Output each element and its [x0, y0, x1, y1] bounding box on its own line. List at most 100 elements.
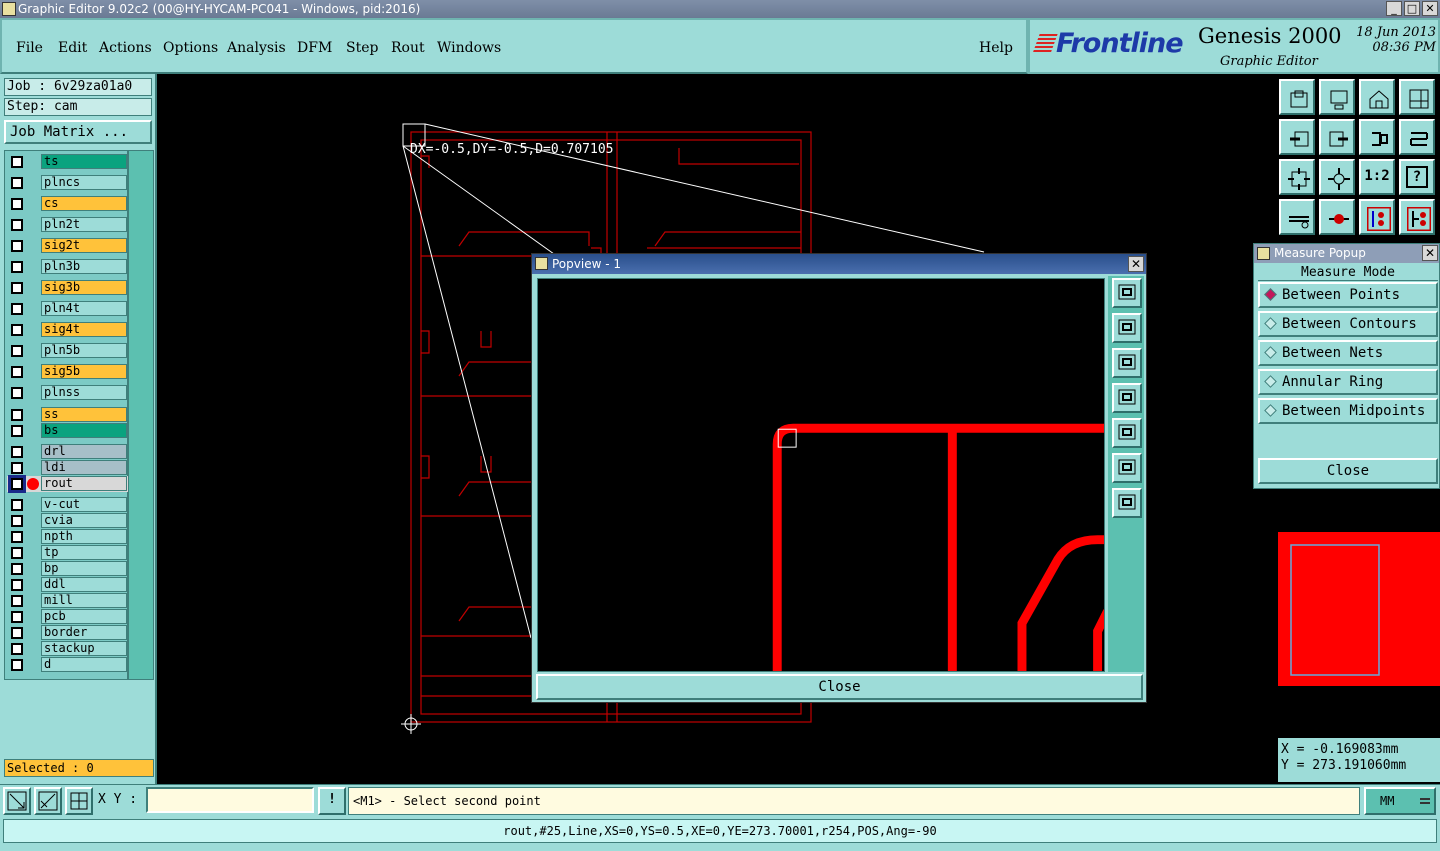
net-highlight-icon[interactable]: [1359, 199, 1395, 235]
scale-1to2-icon[interactable]: 1:2: [1359, 159, 1395, 195]
layer-row-bs[interactable]: bs: [7, 423, 129, 439]
measure-option-annular-ring[interactable]: Annular Ring: [1258, 369, 1438, 395]
layer-checkbox[interactable]: [11, 177, 23, 189]
xy-input[interactable]: [146, 787, 314, 813]
layer-checkbox[interactable]: [11, 261, 23, 273]
zoom-area-icon[interactable]: [3, 787, 31, 815]
layer-row-sig5b[interactable]: sig5b: [7, 364, 129, 380]
help-icon[interactable]: ?: [1399, 159, 1435, 195]
layer-checkbox[interactable]: [11, 282, 23, 294]
layer-checkbox[interactable]: [11, 324, 23, 336]
home-icon[interactable]: [1359, 79, 1395, 115]
layer-checkbox[interactable]: [11, 579, 23, 591]
layer-checkbox[interactable]: [11, 156, 23, 168]
layer-row-cvia[interactable]: cvia: [7, 513, 129, 529]
menu-analysis[interactable]: Analysis: [227, 40, 286, 56]
layer-checkbox[interactable]: [11, 387, 23, 399]
layer-row-sig3b[interactable]: sig3b: [7, 280, 129, 296]
measure-option-between-contours[interactable]: Between Contours: [1258, 311, 1438, 337]
popview-pan-left-icon[interactable]: [1112, 383, 1142, 413]
layer-row-cs[interactable]: cs: [7, 196, 129, 212]
popview-canvas[interactable]: [537, 278, 1105, 672]
layer-checkbox[interactable]: [8, 475, 26, 493]
zoom-previous-icon[interactable]: [1319, 79, 1355, 115]
layer-row-sig2t[interactable]: sig2t: [7, 238, 129, 254]
popview-close-button[interactable]: Close: [536, 674, 1143, 700]
layer-row-ddl[interactable]: ddl: [7, 577, 129, 593]
layer-checkbox[interactable]: [11, 409, 23, 421]
probe-icon[interactable]: [1319, 199, 1355, 235]
layer-row-v-cut[interactable]: v-cut: [7, 497, 129, 513]
menu-actions[interactable]: Actions: [99, 40, 152, 56]
layer-checkbox[interactable]: [11, 547, 23, 559]
layer-checkbox[interactable]: [11, 611, 23, 623]
close-window-button[interactable]: ✕: [1422, 1, 1438, 16]
popview-zoom-home-icon[interactable]: [1112, 313, 1142, 343]
layer-checkbox[interactable]: [11, 303, 23, 315]
snap-mode-icon[interactable]: [34, 787, 62, 815]
layer-row-pln2t[interactable]: pln2t: [7, 217, 129, 233]
menu-windows[interactable]: Windows: [437, 40, 501, 56]
layer-checkbox[interactable]: [11, 462, 23, 474]
layer-compare-icon[interactable]: [1399, 199, 1435, 235]
layer-row-ts[interactable]: ts: [7, 154, 129, 170]
menu-rout[interactable]: Rout: [391, 40, 425, 56]
zoom-home-icon[interactable]: [1279, 79, 1315, 115]
units-select[interactable]: MM: [1364, 787, 1436, 815]
layer-row-mill[interactable]: mill: [7, 593, 129, 609]
layer-row-pcb[interactable]: pcb: [7, 609, 129, 625]
layer-row-pln4t[interactable]: pln4t: [7, 301, 129, 317]
layer-row-sig4t[interactable]: sig4t: [7, 322, 129, 338]
layer-row-bp[interactable]: bp: [7, 561, 129, 577]
popview-center-icon[interactable]: [1112, 488, 1142, 518]
minimap[interactable]: [1278, 504, 1440, 736]
job-matrix-button[interactable]: Job Matrix ...: [4, 120, 152, 144]
menu-edit[interactable]: Edit: [58, 40, 87, 56]
exclamation-button[interactable]: !: [318, 787, 346, 815]
menu-step[interactable]: Step: [346, 40, 378, 56]
menu-dfm[interactable]: DFM: [297, 40, 332, 56]
measure-popup-close-icon[interactable]: ✕: [1422, 245, 1438, 261]
layer-row-tp[interactable]: tp: [7, 545, 129, 561]
layer-checkbox[interactable]: [11, 563, 23, 575]
fit-icon[interactable]: [1279, 159, 1315, 195]
layer-checkbox[interactable]: [11, 659, 23, 671]
layer-checkbox[interactable]: [11, 499, 23, 511]
menu-options[interactable]: Options: [163, 40, 218, 56]
layer-row-ldi[interactable]: ldi: [7, 460, 129, 476]
layer-list-scrollbar[interactable]: [128, 150, 154, 680]
layer-row-stackup[interactable]: stackup: [7, 641, 129, 657]
popview-zoom-area-icon[interactable]: [1112, 278, 1142, 308]
layer-row-border[interactable]: border: [7, 625, 129, 641]
popview-fit-icon[interactable]: [1112, 453, 1142, 483]
layer-row-ss[interactable]: ss: [7, 407, 129, 423]
measure-close-button[interactable]: Close: [1258, 458, 1438, 484]
layer-checkbox[interactable]: [11, 219, 23, 231]
layer-checkbox[interactable]: [11, 446, 23, 458]
minimize-button[interactable]: _: [1386, 1, 1402, 16]
popview-pan-right-icon[interactable]: [1112, 418, 1142, 448]
layer-row-rout[interactable]: rout: [7, 475, 129, 493]
layer-checkbox[interactable]: [11, 595, 23, 607]
popview-close-icon[interactable]: ✕: [1128, 256, 1144, 272]
layer-row-npth[interactable]: npth: [7, 529, 129, 545]
menu-help[interactable]: Help: [979, 40, 1013, 56]
layer-checkbox[interactable]: [11, 240, 23, 252]
pan-left-icon[interactable]: [1279, 119, 1315, 155]
maximize-button[interactable]: □: [1404, 1, 1420, 16]
popview-zoom-previous-icon[interactable]: [1112, 348, 1142, 378]
rotate-icon[interactable]: [1359, 119, 1395, 155]
grid-icon[interactable]: [65, 787, 93, 815]
snap-icon[interactable]: [1399, 119, 1435, 155]
layer-row-d[interactable]: d: [7, 657, 129, 673]
menu-file[interactable]: File: [16, 40, 43, 56]
layer-row-pln3b[interactable]: pln3b: [7, 259, 129, 275]
measure-option-between-midpoints[interactable]: Between Midpoints: [1258, 398, 1438, 424]
layer-checkbox[interactable]: [11, 643, 23, 655]
layer-checkbox[interactable]: [11, 531, 23, 543]
layer-row-pln5b[interactable]: pln5b: [7, 343, 129, 359]
layer-checkbox[interactable]: [11, 425, 23, 437]
layer-checkbox[interactable]: [11, 627, 23, 639]
pan-right-icon[interactable]: [1319, 119, 1355, 155]
measure-icon[interactable]: [1279, 199, 1315, 235]
